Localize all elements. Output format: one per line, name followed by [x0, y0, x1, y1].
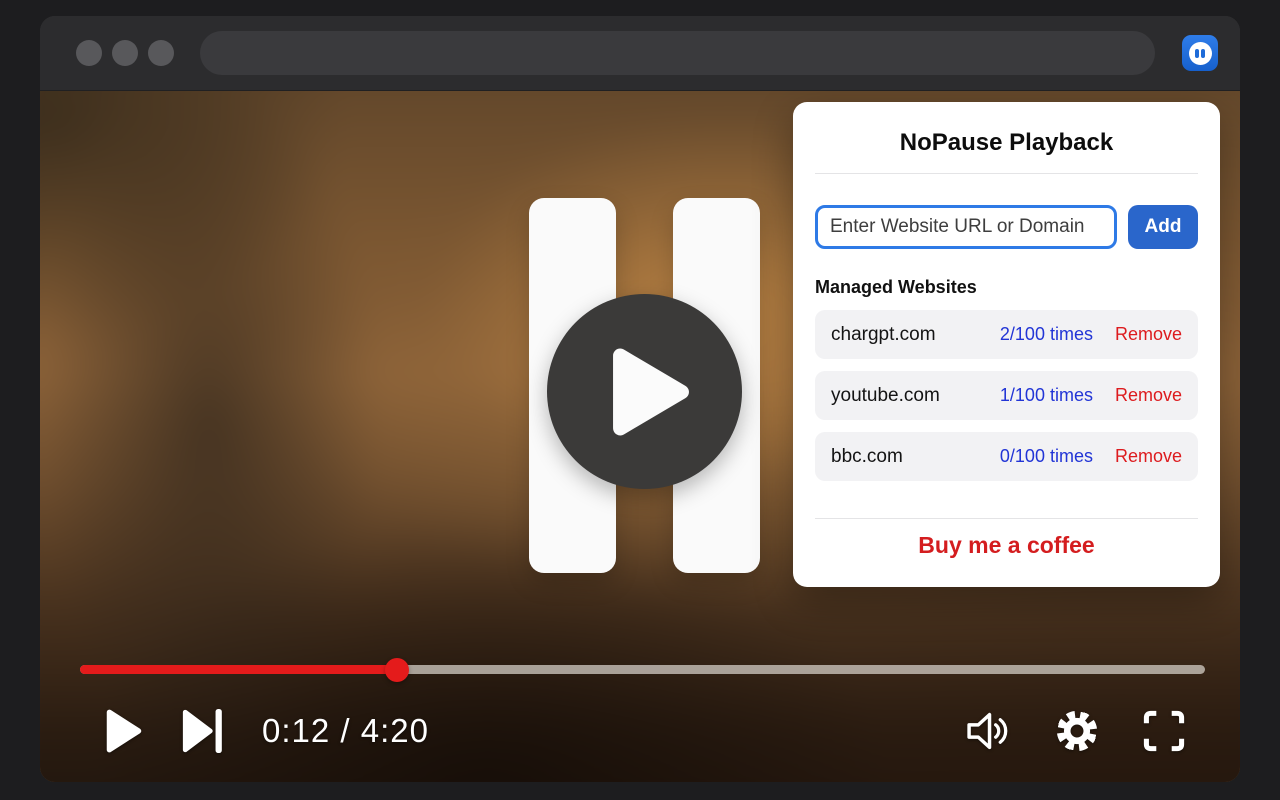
buy-me-a-coffee-link[interactable]: Buy me a coffee: [815, 532, 1198, 559]
big-play-button[interactable]: [547, 294, 742, 489]
big-play-icon: [612, 348, 690, 436]
video-surface[interactable]: NoPause Playback Add Managed Websites ch…: [40, 91, 1240, 782]
extension-popup: NoPause Playback Add Managed Websites ch…: [793, 102, 1220, 587]
seek-knob[interactable]: [385, 658, 409, 682]
settings-button[interactable]: [1054, 708, 1100, 754]
minimize-button[interactable]: [112, 40, 138, 66]
address-bar[interactable]: [200, 31, 1155, 75]
browser-toolbar: [40, 16, 1240, 91]
seek-bar-fill: [80, 665, 397, 674]
remove-website-link[interactable]: Remove: [1115, 324, 1182, 345]
player-controls: 0:12 / 4:20: [40, 687, 1240, 775]
pause-icon: [1189, 42, 1212, 65]
website-domain: chargpt.com: [831, 324, 1000, 346]
time-display: 0:12 / 4:20: [262, 712, 429, 750]
fullscreen-button[interactable]: [1142, 709, 1186, 753]
remove-website-link[interactable]: Remove: [1115, 446, 1182, 467]
seek-bar[interactable]: [80, 665, 1205, 674]
website-usage-count: 1/100 times: [1000, 385, 1093, 406]
website-domain: youtube.com: [831, 385, 1000, 407]
play-button[interactable]: [104, 708, 144, 754]
volume-button[interactable]: [965, 709, 1012, 753]
browser-window: NoPause Playback Add Managed Websites ch…: [40, 16, 1240, 782]
skip-next-icon: [182, 708, 224, 754]
website-row: bbc.com 0/100 times Remove: [815, 432, 1198, 481]
website-row: chargpt.com 2/100 times Remove: [815, 310, 1198, 359]
fullscreen-icon: [1142, 709, 1186, 753]
remove-website-link[interactable]: Remove: [1115, 385, 1182, 406]
website-domain: bbc.com: [831, 446, 1000, 468]
website-row: youtube.com 1/100 times Remove: [815, 371, 1198, 420]
close-button[interactable]: [76, 40, 102, 66]
website-usage-count: 0/100 times: [1000, 446, 1093, 467]
divider: [815, 518, 1198, 519]
play-icon: [104, 708, 144, 754]
add-website-button[interactable]: Add: [1128, 205, 1198, 249]
maximize-button[interactable]: [148, 40, 174, 66]
website-usage-count: 2/100 times: [1000, 324, 1093, 345]
divider: [815, 173, 1198, 174]
extension-button[interactable]: [1182, 35, 1218, 71]
website-url-input[interactable]: [815, 205, 1117, 249]
window-controls: [76, 40, 174, 66]
volume-icon: [965, 709, 1012, 753]
popup-title: NoPause Playback: [815, 129, 1198, 157]
gear-icon: [1054, 708, 1100, 754]
skip-next-button[interactable]: [182, 708, 224, 754]
managed-websites-heading: Managed Websites: [815, 277, 1198, 298]
